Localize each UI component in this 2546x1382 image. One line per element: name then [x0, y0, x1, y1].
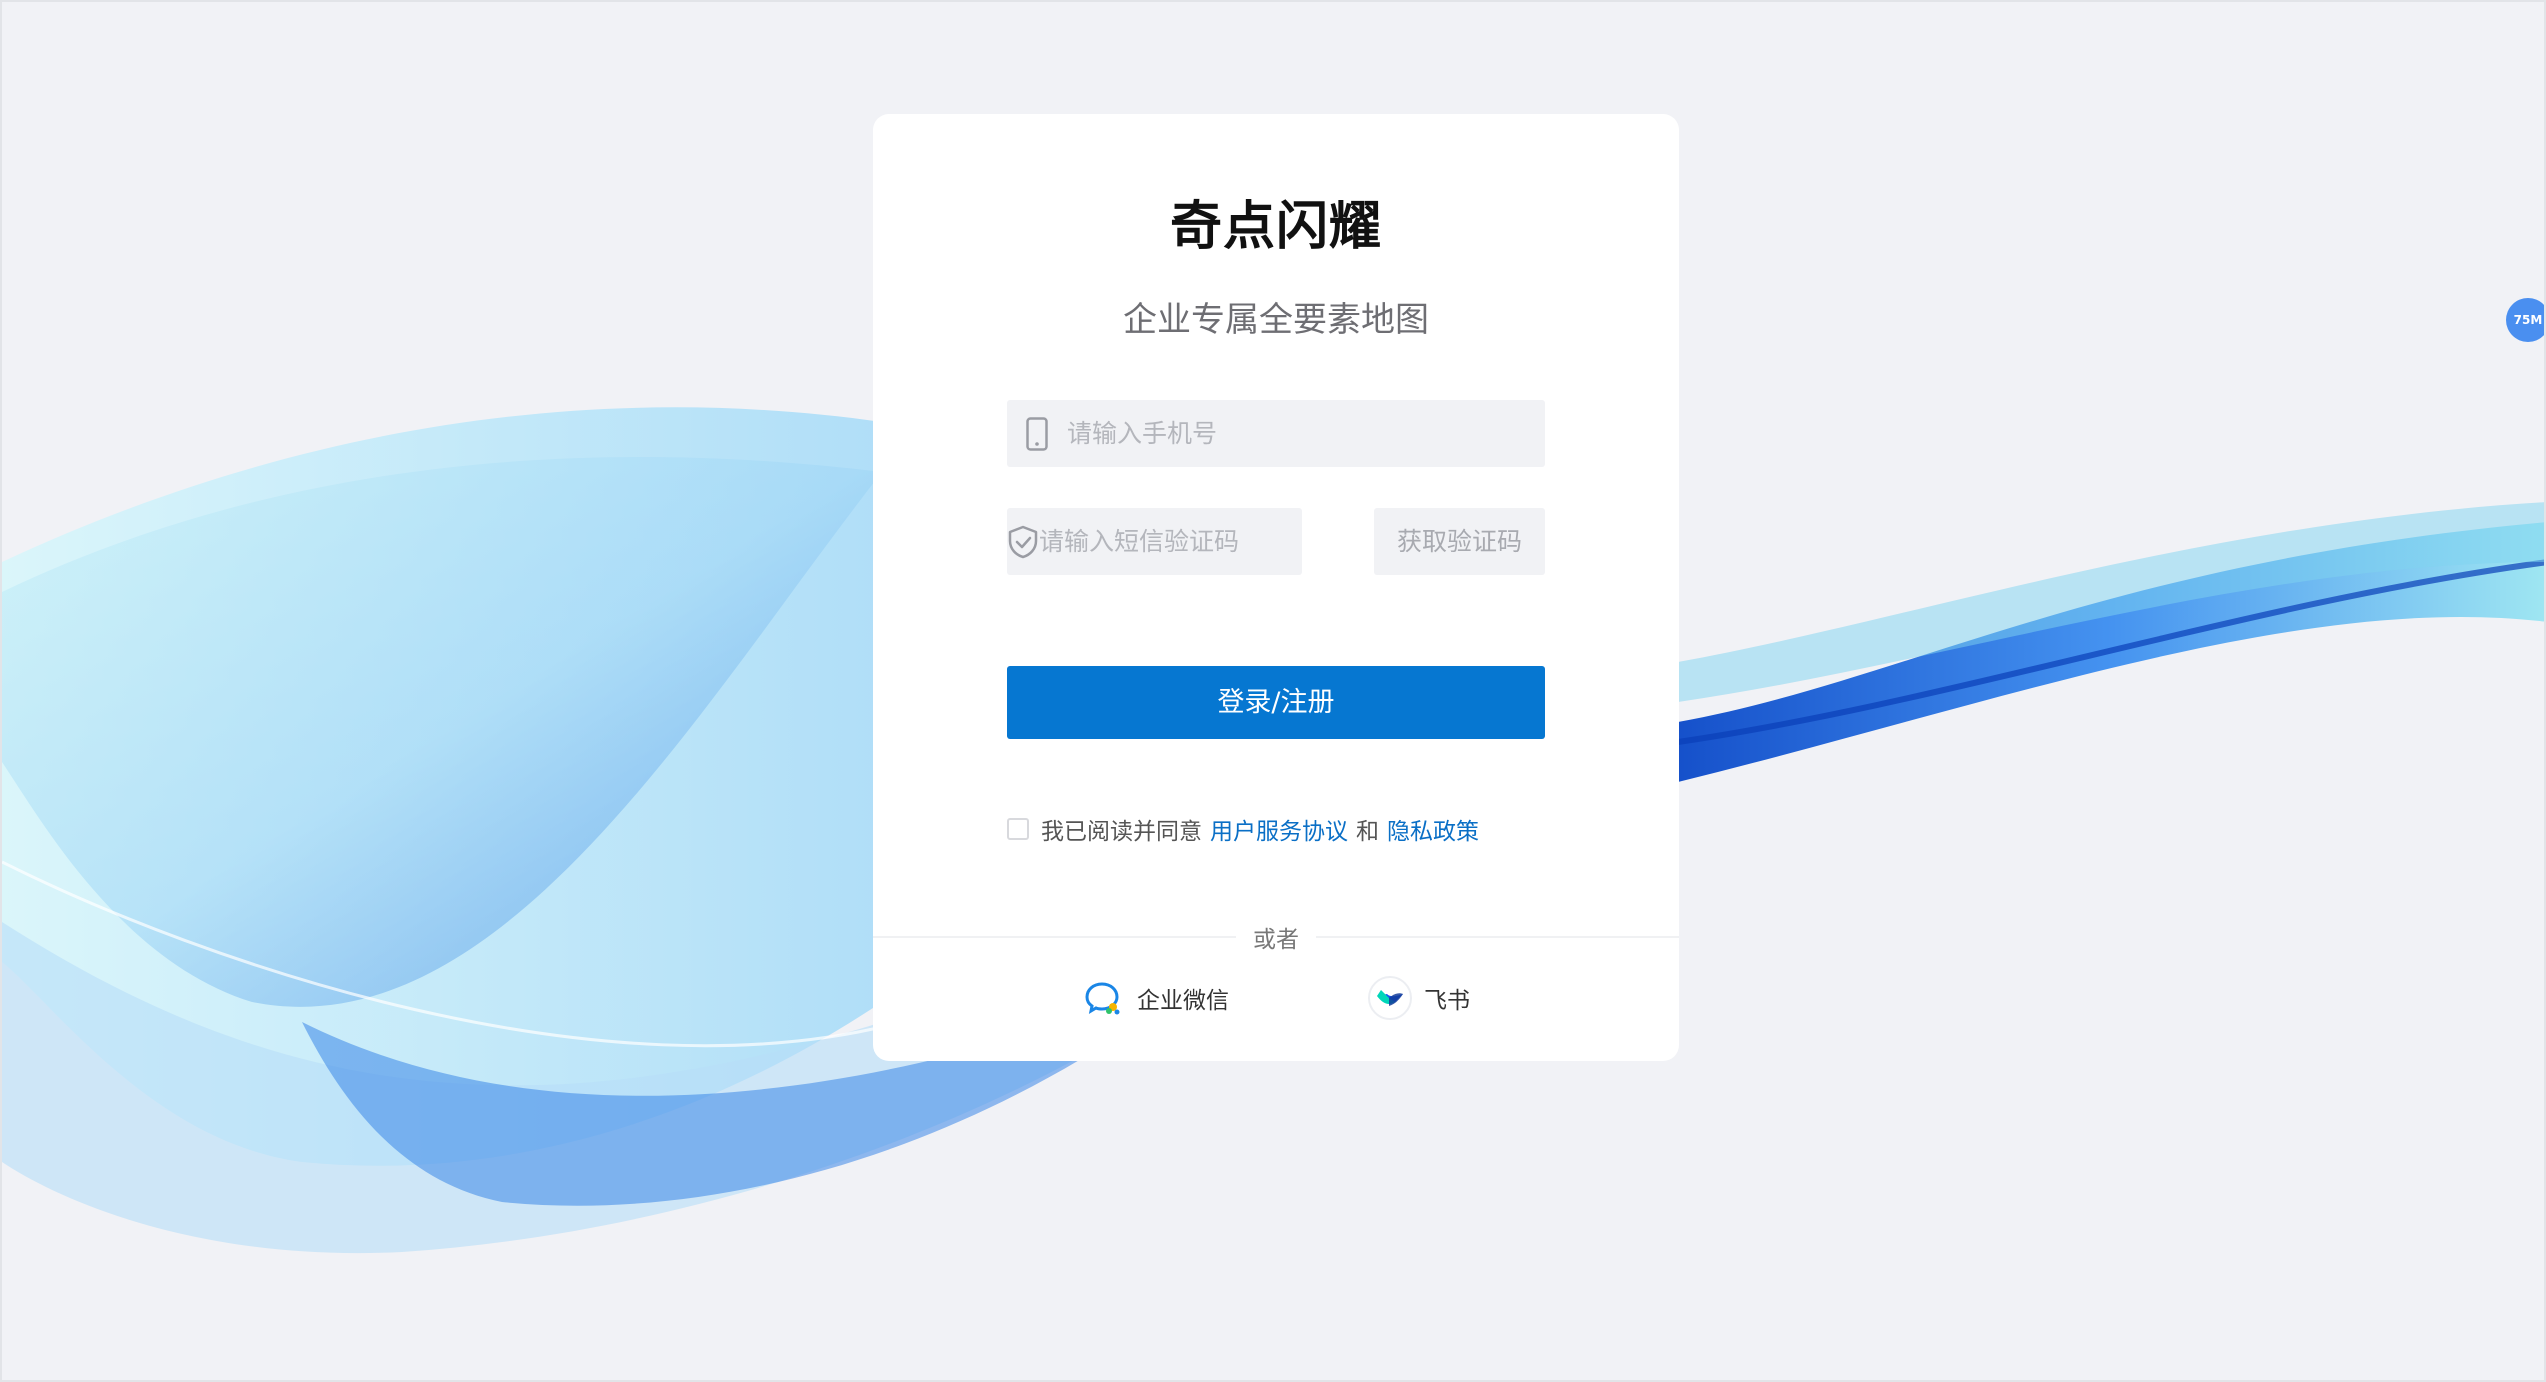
phone-field[interactable] — [1007, 400, 1545, 467]
feishu-login-button[interactable]: 飞书 — [1368, 976, 1470, 1020]
privacy-link[interactable]: 隐私政策 — [1387, 812, 1479, 846]
or-divider-label: 或者 — [1236, 920, 1316, 954]
login-page: 奇点闪耀 企业专属全要素地图 获取验证码 登录/注册 — [0, 0, 2546, 1382]
sms-code-input[interactable] — [1039, 527, 1356, 556]
feishu-icon — [1368, 976, 1412, 1020]
wecom-label: 企业微信 — [1137, 988, 1229, 1014]
phone-input[interactable] — [1067, 419, 1545, 448]
wecom-login-button[interactable]: 企业微信 — [1081, 976, 1229, 1020]
agreement-and: 和 — [1356, 819, 1379, 845]
agreement-checkbox[interactable] — [1007, 818, 1029, 840]
shield-check-icon — [1007, 525, 1039, 559]
get-code-button[interactable]: 获取验证码 — [1374, 508, 1545, 575]
wecom-icon — [1081, 976, 1125, 1020]
login-card: 奇点闪耀 企业专属全要素地图 获取验证码 登录/注册 — [873, 114, 1679, 1061]
feishu-label: 飞书 — [1424, 988, 1470, 1014]
login-register-button[interactable]: 登录/注册 — [1007, 666, 1545, 739]
agreement-prefix: 我已阅读并同意 — [1041, 819, 1202, 845]
memory-usage-badge[interactable]: 75M — [2506, 298, 2544, 342]
terms-link[interactable]: 用户服务协议 — [1210, 812, 1348, 846]
agreement-row: 我已阅读并同意 用户服务协议 和 隐私政策 — [1007, 812, 1479, 846]
phone-icon — [1007, 416, 1067, 451]
page-subtitle: 企业专属全要素地图 — [1123, 300, 1429, 340]
sms-code-field[interactable] — [1007, 508, 1356, 575]
brand-logo-text: 奇点闪耀 — [1169, 197, 1382, 257]
